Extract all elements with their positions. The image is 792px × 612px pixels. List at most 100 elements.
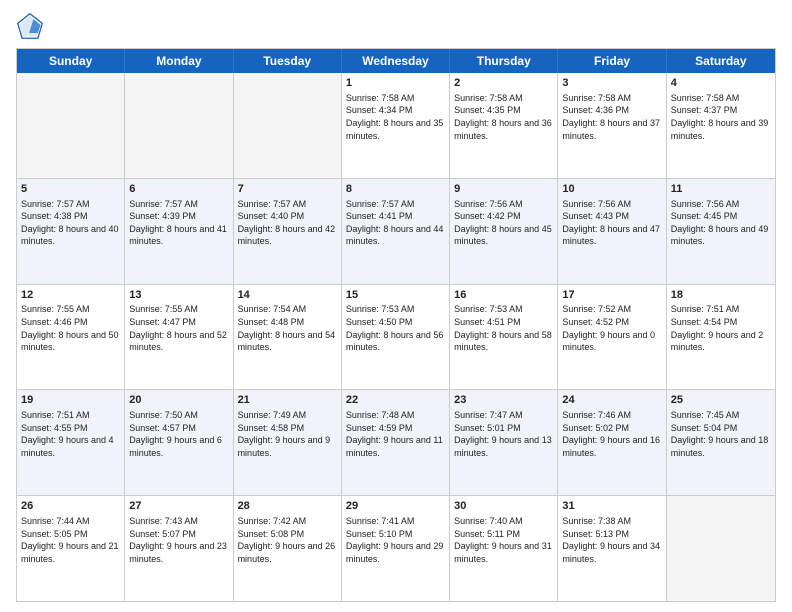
calendar-cell-r3-c4: 23Sunrise: 7:47 AM Sunset: 5:01 PM Dayli… <box>450 390 558 495</box>
calendar-cell-r3-c5: 24Sunrise: 7:46 AM Sunset: 5:02 PM Dayli… <box>558 390 666 495</box>
day-number: 17 <box>562 288 661 303</box>
cell-text: Sunrise: 7:50 AM Sunset: 4:57 PM Dayligh… <box>129 409 228 459</box>
calendar-cell-r3-c3: 22Sunrise: 7:48 AM Sunset: 4:59 PM Dayli… <box>342 390 450 495</box>
day-number: 23 <box>454 393 553 408</box>
calendar-cell-r3-c2: 21Sunrise: 7:49 AM Sunset: 4:58 PM Dayli… <box>234 390 342 495</box>
day-number: 5 <box>21 182 120 197</box>
day-number: 19 <box>21 393 120 408</box>
calendar-header-wednesday: Wednesday <box>342 49 450 73</box>
day-number: 24 <box>562 393 661 408</box>
calendar-cell-r0-c3: 1Sunrise: 7:58 AM Sunset: 4:34 PM Daylig… <box>342 73 450 178</box>
calendar-cell-r1-c0: 5Sunrise: 7:57 AM Sunset: 4:38 PM Daylig… <box>17 179 125 284</box>
cell-text: Sunrise: 7:58 AM Sunset: 4:37 PM Dayligh… <box>671 92 771 142</box>
calendar-header-monday: Monday <box>125 49 233 73</box>
calendar-cell-r4-c3: 29Sunrise: 7:41 AM Sunset: 5:10 PM Dayli… <box>342 496 450 601</box>
header <box>16 12 776 40</box>
day-number: 29 <box>346 499 445 514</box>
calendar-cell-r3-c0: 19Sunrise: 7:51 AM Sunset: 4:55 PM Dayli… <box>17 390 125 495</box>
logo <box>16 12 48 40</box>
cell-text: Sunrise: 7:58 AM Sunset: 4:36 PM Dayligh… <box>562 92 661 142</box>
calendar-cell-r4-c2: 28Sunrise: 7:42 AM Sunset: 5:08 PM Dayli… <box>234 496 342 601</box>
day-number: 22 <box>346 393 445 408</box>
calendar-cell-r1-c2: 7Sunrise: 7:57 AM Sunset: 4:40 PM Daylig… <box>234 179 342 284</box>
day-number: 11 <box>671 182 771 197</box>
calendar-cell-r0-c2 <box>234 73 342 178</box>
calendar-cell-r0-c0 <box>17 73 125 178</box>
calendar: SundayMondayTuesdayWednesdayThursdayFrid… <box>16 48 776 602</box>
cell-text: Sunrise: 7:57 AM Sunset: 4:41 PM Dayligh… <box>346 198 445 248</box>
cell-text: Sunrise: 7:38 AM Sunset: 5:13 PM Dayligh… <box>562 515 661 565</box>
calendar-body: 1Sunrise: 7:58 AM Sunset: 4:34 PM Daylig… <box>17 73 775 601</box>
day-number: 2 <box>454 76 553 91</box>
calendar-header-sunday: Sunday <box>17 49 125 73</box>
day-number: 31 <box>562 499 661 514</box>
calendar-cell-r2-c4: 16Sunrise: 7:53 AM Sunset: 4:51 PM Dayli… <box>450 285 558 390</box>
cell-text: Sunrise: 7:55 AM Sunset: 4:46 PM Dayligh… <box>21 303 120 353</box>
calendar-cell-r4-c5: 31Sunrise: 7:38 AM Sunset: 5:13 PM Dayli… <box>558 496 666 601</box>
cell-text: Sunrise: 7:45 AM Sunset: 5:04 PM Dayligh… <box>671 409 771 459</box>
calendar-header-thursday: Thursday <box>450 49 558 73</box>
calendar-cell-r1-c4: 9Sunrise: 7:56 AM Sunset: 4:42 PM Daylig… <box>450 179 558 284</box>
page: SundayMondayTuesdayWednesdayThursdayFrid… <box>0 0 792 612</box>
calendar-header-friday: Friday <box>558 49 666 73</box>
day-number: 7 <box>238 182 337 197</box>
cell-text: Sunrise: 7:55 AM Sunset: 4:47 PM Dayligh… <box>129 303 228 353</box>
day-number: 13 <box>129 288 228 303</box>
day-number: 18 <box>671 288 771 303</box>
cell-text: Sunrise: 7:52 AM Sunset: 4:52 PM Dayligh… <box>562 303 661 353</box>
calendar-cell-r1-c3: 8Sunrise: 7:57 AM Sunset: 4:41 PM Daylig… <box>342 179 450 284</box>
cell-text: Sunrise: 7:41 AM Sunset: 5:10 PM Dayligh… <box>346 515 445 565</box>
calendar-cell-r1-c1: 6Sunrise: 7:57 AM Sunset: 4:39 PM Daylig… <box>125 179 233 284</box>
cell-text: Sunrise: 7:56 AM Sunset: 4:43 PM Dayligh… <box>562 198 661 248</box>
cell-text: Sunrise: 7:49 AM Sunset: 4:58 PM Dayligh… <box>238 409 337 459</box>
calendar-cell-r0-c4: 2Sunrise: 7:58 AM Sunset: 4:35 PM Daylig… <box>450 73 558 178</box>
calendar-row-2: 12Sunrise: 7:55 AM Sunset: 4:46 PM Dayli… <box>17 284 775 390</box>
cell-text: Sunrise: 7:56 AM Sunset: 4:42 PM Dayligh… <box>454 198 553 248</box>
logo-icon <box>16 12 44 40</box>
cell-text: Sunrise: 7:46 AM Sunset: 5:02 PM Dayligh… <box>562 409 661 459</box>
calendar-cell-r4-c4: 30Sunrise: 7:40 AM Sunset: 5:11 PM Dayli… <box>450 496 558 601</box>
day-number: 30 <box>454 499 553 514</box>
cell-text: Sunrise: 7:51 AM Sunset: 4:54 PM Dayligh… <box>671 303 771 353</box>
cell-text: Sunrise: 7:43 AM Sunset: 5:07 PM Dayligh… <box>129 515 228 565</box>
calendar-cell-r4-c1: 27Sunrise: 7:43 AM Sunset: 5:07 PM Dayli… <box>125 496 233 601</box>
day-number: 16 <box>454 288 553 303</box>
cell-text: Sunrise: 7:42 AM Sunset: 5:08 PM Dayligh… <box>238 515 337 565</box>
calendar-cell-r0-c5: 3Sunrise: 7:58 AM Sunset: 4:36 PM Daylig… <box>558 73 666 178</box>
calendar-cell-r2-c6: 18Sunrise: 7:51 AM Sunset: 4:54 PM Dayli… <box>667 285 775 390</box>
calendar-row-4: 26Sunrise: 7:44 AM Sunset: 5:05 PM Dayli… <box>17 495 775 601</box>
calendar-cell-r1-c5: 10Sunrise: 7:56 AM Sunset: 4:43 PM Dayli… <box>558 179 666 284</box>
day-number: 28 <box>238 499 337 514</box>
cell-text: Sunrise: 7:53 AM Sunset: 4:51 PM Dayligh… <box>454 303 553 353</box>
day-number: 25 <box>671 393 771 408</box>
day-number: 27 <box>129 499 228 514</box>
calendar-cell-r3-c1: 20Sunrise: 7:50 AM Sunset: 4:57 PM Dayli… <box>125 390 233 495</box>
cell-text: Sunrise: 7:57 AM Sunset: 4:40 PM Dayligh… <box>238 198 337 248</box>
day-number: 10 <box>562 182 661 197</box>
calendar-cell-r0-c1 <box>125 73 233 178</box>
cell-text: Sunrise: 7:57 AM Sunset: 4:39 PM Dayligh… <box>129 198 228 248</box>
day-number: 9 <box>454 182 553 197</box>
calendar-row-3: 19Sunrise: 7:51 AM Sunset: 4:55 PM Dayli… <box>17 389 775 495</box>
cell-text: Sunrise: 7:51 AM Sunset: 4:55 PM Dayligh… <box>21 409 120 459</box>
calendar-cell-r4-c6 <box>667 496 775 601</box>
cell-text: Sunrise: 7:53 AM Sunset: 4:50 PM Dayligh… <box>346 303 445 353</box>
cell-text: Sunrise: 7:58 AM Sunset: 4:35 PM Dayligh… <box>454 92 553 142</box>
calendar-header-row: SundayMondayTuesdayWednesdayThursdayFrid… <box>17 49 775 73</box>
calendar-cell-r2-c1: 13Sunrise: 7:55 AM Sunset: 4:47 PM Dayli… <box>125 285 233 390</box>
calendar-cell-r3-c6: 25Sunrise: 7:45 AM Sunset: 5:04 PM Dayli… <box>667 390 775 495</box>
day-number: 12 <box>21 288 120 303</box>
calendar-cell-r2-c3: 15Sunrise: 7:53 AM Sunset: 4:50 PM Dayli… <box>342 285 450 390</box>
calendar-header-saturday: Saturday <box>667 49 775 73</box>
cell-text: Sunrise: 7:40 AM Sunset: 5:11 PM Dayligh… <box>454 515 553 565</box>
day-number: 6 <box>129 182 228 197</box>
day-number: 1 <box>346 76 445 91</box>
cell-text: Sunrise: 7:44 AM Sunset: 5:05 PM Dayligh… <box>21 515 120 565</box>
day-number: 3 <box>562 76 661 91</box>
day-number: 8 <box>346 182 445 197</box>
day-number: 15 <box>346 288 445 303</box>
day-number: 20 <box>129 393 228 408</box>
calendar-header-tuesday: Tuesday <box>234 49 342 73</box>
cell-text: Sunrise: 7:57 AM Sunset: 4:38 PM Dayligh… <box>21 198 120 248</box>
cell-text: Sunrise: 7:58 AM Sunset: 4:34 PM Dayligh… <box>346 92 445 142</box>
